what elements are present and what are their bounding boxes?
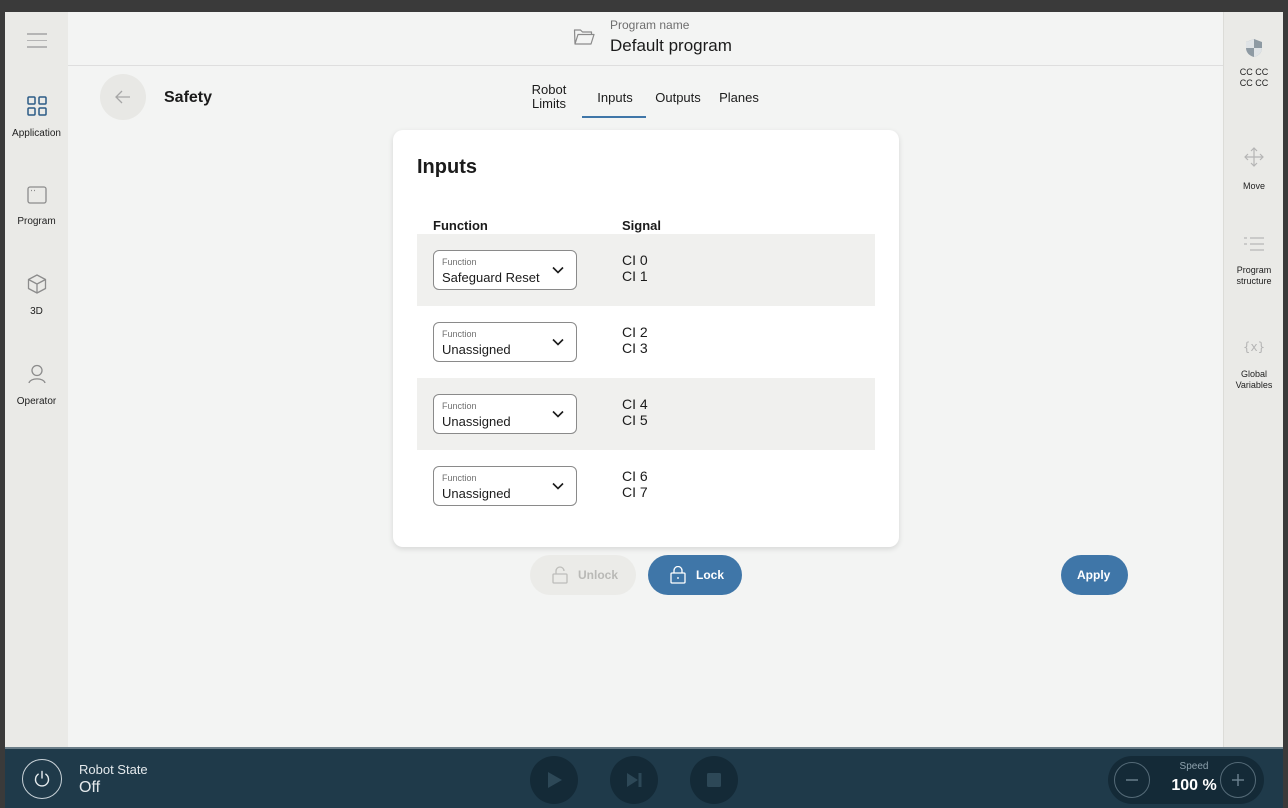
function-select[interactable]: Function Unassigned — [433, 394, 577, 434]
function-select[interactable]: Function Unassigned — [433, 466, 577, 506]
rail-label: Move — [1242, 181, 1265, 191]
rail-label: Global Variables — [1235, 369, 1273, 390]
apply-label: Apply — [1077, 568, 1111, 582]
grid-icon — [26, 96, 47, 116]
user-icon — [27, 364, 46, 384]
select-value: Unassigned — [442, 414, 511, 429]
nav-item-application[interactable]: Application — [5, 96, 68, 139]
speed-increase-button[interactable] — [1220, 762, 1256, 798]
power-button[interactable] — [22, 759, 62, 799]
rail-item-program-structure[interactable]: Program structure — [1224, 236, 1283, 287]
function-select[interactable]: Function Safeguard Reset — [433, 250, 577, 290]
robot-state-caption: Robot State — [79, 762, 148, 777]
rail-item-global-variables[interactable]: {x} Global Variables — [1224, 338, 1283, 391]
play-button[interactable] — [530, 756, 578, 804]
arrow-left-icon — [115, 90, 130, 104]
cube-icon — [27, 274, 46, 294]
select-caption: Function — [442, 473, 477, 483]
table-row: Function Unassigned CI 6 CI 7 — [417, 450, 875, 522]
program-name-caption: Program name — [610, 18, 690, 32]
tab-planes[interactable]: Planes — [717, 91, 761, 105]
function-column-header: Function — [433, 218, 488, 233]
program-window-icon — [26, 186, 47, 204]
tab-inputs[interactable]: Inputs — [590, 91, 640, 105]
hamburger-menu-icon[interactable] — [27, 33, 47, 48]
unlock-button[interactable]: Unlock — [530, 555, 636, 595]
robot-state-value: Off — [79, 779, 101, 796]
speed-decrease-button[interactable] — [1114, 762, 1150, 798]
signal-column-header: Signal — [622, 218, 662, 233]
folder-icon — [573, 29, 595, 45]
rail-label: CC CC CC CC — [1239, 67, 1269, 88]
program-name[interactable]: Default program — [610, 36, 732, 56]
inputs-card: Inputs Function Signal Function Safeguar… — [393, 130, 899, 547]
page-title: Safety — [164, 89, 213, 106]
speed-caption: Speed — [1179, 761, 1209, 772]
speed-control: Speed 100 % — [1108, 756, 1264, 804]
nav-label: 3D — [30, 306, 43, 317]
nav-label: Operator — [16, 396, 57, 407]
chevron-down-icon — [552, 410, 564, 418]
select-value: Safeguard Reset — [442, 270, 540, 285]
right-rail: CC CC CC CC Move Program structure {x} G… — [1223, 12, 1283, 747]
select-value: Unassigned — [442, 486, 511, 501]
back-button[interactable] — [100, 74, 146, 120]
step-button[interactable] — [610, 756, 658, 804]
left-nav: Application Program 3D Operator — [5, 12, 68, 747]
program-header: Program name Default program — [68, 12, 1223, 66]
active-tab-indicator — [582, 116, 646, 118]
signal-values: CI 4 CI 5 — [622, 396, 648, 428]
tab-robot-limits[interactable]: Robot Limits — [529, 83, 569, 111]
rail-item-move[interactable]: Move — [1224, 146, 1283, 192]
stop-icon — [707, 773, 721, 787]
nav-item-operator[interactable]: Operator — [5, 364, 68, 407]
speed-value: 100 % — [1171, 777, 1217, 794]
table-row: Function Safeguard Reset CI 0 CI 1 — [417, 234, 875, 306]
lock-button[interactable]: Lock — [648, 555, 742, 595]
select-caption: Function — [442, 329, 477, 339]
nav-label: Application — [12, 128, 61, 139]
chevron-down-icon — [552, 266, 564, 274]
tab-outputs[interactable]: Outputs — [651, 91, 705, 105]
move-arrows-icon — [1244, 147, 1264, 167]
nav-item-3d[interactable]: 3D — [5, 274, 68, 317]
shield-icon — [1246, 39, 1262, 57]
chevron-down-icon — [552, 338, 564, 346]
bottom-bar: Robot State Off Speed 100 % — [5, 747, 1283, 808]
variable-icon: {x} — [1243, 340, 1265, 354]
lock-icon — [670, 566, 686, 584]
card-title: Inputs — [417, 156, 477, 178]
stop-button[interactable] — [690, 756, 738, 804]
table-row: Function Unassigned CI 4 CI 5 — [417, 378, 875, 450]
minus-icon — [1126, 779, 1138, 781]
play-icon — [548, 772, 562, 788]
svg-text:{x}: {x} — [1243, 340, 1265, 354]
apply-button[interactable]: Apply — [1061, 555, 1128, 595]
rail-item-safety[interactable]: CC CC CC CC — [1224, 38, 1283, 89]
unlock-label: Unlock — [578, 568, 619, 582]
select-caption: Function — [442, 257, 477, 267]
select-value: Unassigned — [442, 342, 511, 357]
unlock-icon — [552, 566, 568, 584]
nav-item-program[interactable]: Program — [5, 186, 68, 227]
rail-label: Program structure — [1236, 265, 1272, 286]
signal-values: CI 6 CI 7 — [622, 468, 648, 500]
select-caption: Function — [442, 401, 477, 411]
lock-label: Lock — [696, 568, 725, 582]
function-select[interactable]: Function Unassigned — [433, 322, 577, 362]
chevron-down-icon — [552, 482, 564, 490]
nav-label: Program — [17, 216, 56, 227]
list-icon — [1244, 237, 1264, 251]
signal-values: CI 2 CI 3 — [622, 324, 648, 356]
plus-icon — [1232, 774, 1244, 786]
power-icon — [34, 770, 50, 787]
app-window: Application Program 3D Operator Program … — [5, 12, 1283, 808]
signal-values: CI 0 CI 1 — [622, 252, 648, 284]
step-forward-icon — [627, 773, 642, 787]
table-row: Function Unassigned CI 2 CI 3 — [417, 306, 875, 378]
